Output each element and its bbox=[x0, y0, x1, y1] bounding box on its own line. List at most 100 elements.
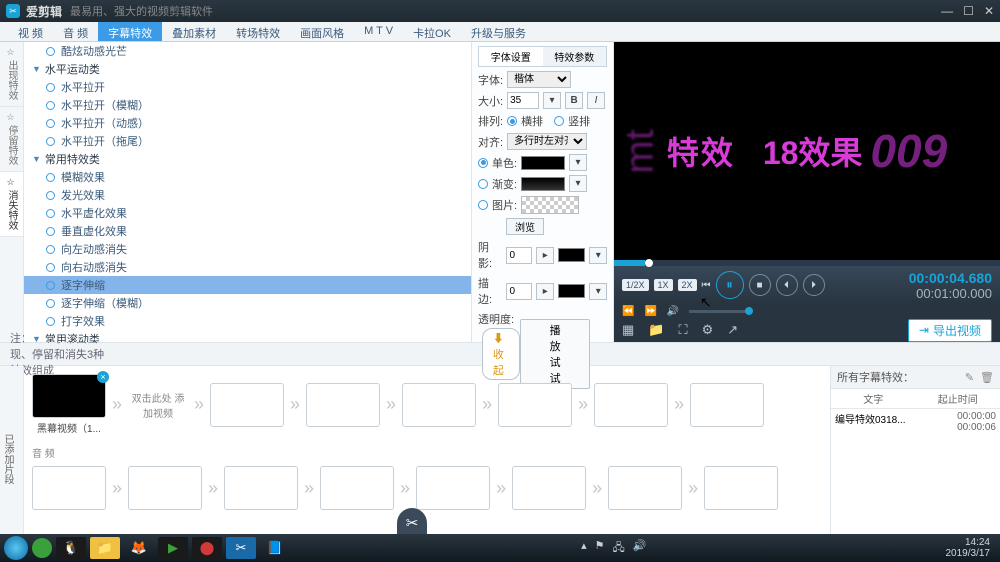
stroke-dropdown-icon[interactable]: ▾ bbox=[589, 283, 607, 300]
taskbar-record-icon[interactable]: ⬤ bbox=[192, 537, 222, 559]
bold-button[interactable]: B bbox=[565, 92, 583, 109]
list-item[interactable]: 垂直虚化效果 bbox=[24, 222, 471, 240]
tab-audio[interactable]: 音 频 bbox=[53, 22, 98, 41]
browse-button[interactable]: 浏览 bbox=[506, 218, 544, 235]
volume-icon[interactable]: 🔊 bbox=[667, 306, 679, 317]
empty-clip[interactable] bbox=[690, 383, 764, 427]
taskbar-firefox-icon[interactable]: 🦊 bbox=[124, 537, 154, 559]
taskbar-app-icon[interactable]: 🐧 bbox=[56, 537, 86, 559]
list-item[interactable]: 逐字伸缩（模糊） bbox=[24, 294, 471, 312]
video-area[interactable]: mt 特效 18效果 009 bbox=[614, 42, 1000, 260]
volume-slider[interactable] bbox=[689, 310, 749, 313]
font-select[interactable]: 楷体 bbox=[507, 71, 571, 88]
shadow-dropdown-icon[interactable]: ▾ bbox=[589, 247, 607, 264]
shadow-input[interactable] bbox=[506, 247, 532, 264]
effect-list[interactable]: 酷炫动感光芒 ▼水平运动类 水平拉开 水平拉开（模糊） 水平拉开（动感） 水平拉… bbox=[24, 42, 472, 342]
delete-icon[interactable]: 🗑 bbox=[980, 371, 994, 384]
stroke-input[interactable] bbox=[506, 283, 532, 300]
list-item[interactable]: 发光效果 bbox=[24, 186, 471, 204]
rewind-icon[interactable]: ⏮ bbox=[702, 280, 711, 291]
edit-icon[interactable]: ✎ bbox=[965, 371, 974, 384]
taskbar-app-icon[interactable]: ✂ bbox=[226, 537, 256, 559]
settings-icon[interactable]: ⚙ bbox=[702, 322, 714, 338]
tab-style[interactable]: 画面风格 bbox=[290, 22, 354, 41]
radio-solid-color[interactable] bbox=[478, 158, 488, 168]
side-tab-stay[interactable]: ☆停留特效 bbox=[0, 107, 23, 172]
tab-karaoke[interactable]: 卡拉OK bbox=[403, 22, 461, 41]
list-item[interactable]: 酷炫动感光芒 bbox=[24, 42, 471, 60]
folder-icon[interactable]: 📁 bbox=[648, 322, 664, 338]
speed-half[interactable]: 1/2X bbox=[622, 279, 649, 291]
italic-button[interactable]: I bbox=[587, 92, 605, 109]
next-frame-button[interactable]: ⏵ bbox=[803, 274, 825, 296]
empty-clip[interactable] bbox=[512, 466, 586, 510]
list-item[interactable]: 水平拉开 bbox=[24, 78, 471, 96]
remove-clip-icon[interactable]: × bbox=[97, 371, 109, 383]
prev-skip-icon[interactable]: ⏪ bbox=[622, 306, 634, 317]
side-tab-appear[interactable]: ☆出现特效 bbox=[0, 42, 23, 107]
subtitle-row[interactable]: 编导特效0318... 00:00:0000:00:06 bbox=[831, 409, 1000, 435]
category-scroll[interactable]: ▼常用滚动类 bbox=[24, 330, 471, 342]
empty-clip[interactable] bbox=[498, 383, 572, 427]
radio-gradient[interactable] bbox=[478, 179, 488, 189]
tab-mtv[interactable]: M T V bbox=[354, 22, 403, 41]
taskbar-app-icon[interactable]: 📘 bbox=[260, 537, 290, 559]
share-icon[interactable]: ↗ bbox=[727, 322, 738, 338]
empty-clip[interactable] bbox=[224, 466, 298, 510]
tab-overlay[interactable]: 叠加素材 bbox=[162, 22, 226, 41]
taskbar[interactable]: 🐧 📁 🦊 ▶ ⬤ ✂ 📘 ▴ ⚑ 🖧 🔊 14:242019/3/17 bbox=[0, 534, 1000, 562]
align-select[interactable]: 多行时左对齐 bbox=[507, 133, 587, 150]
empty-clip[interactable] bbox=[402, 383, 476, 427]
color-dropdown-icon[interactable]: ▾ bbox=[569, 154, 587, 171]
list-item[interactable]: 模糊效果 bbox=[24, 168, 471, 186]
stepper-icon[interactable]: ▸ bbox=[536, 283, 554, 300]
timeline-main[interactable]: × 黑幕视频（1... » 双击此处 添加视频 » » » » » » 音 频 … bbox=[24, 366, 830, 546]
play-pause-button[interactable]: ⏸ bbox=[716, 271, 744, 299]
prev-frame-button[interactable]: ⏴ bbox=[776, 274, 798, 296]
list-item[interactable]: 水平拉开（模糊） bbox=[24, 96, 471, 114]
list-item[interactable]: 水平拉开（拖尾） bbox=[24, 132, 471, 150]
taskbar-clock[interactable]: 14:242019/3/17 bbox=[946, 537, 997, 559]
tray-network-icon[interactable]: 🖧 bbox=[612, 539, 624, 558]
add-video-hint[interactable]: 双击此处 添加视频 bbox=[128, 390, 188, 420]
list-item[interactable]: 向左动感消失 bbox=[24, 240, 471, 258]
gradient-swatch[interactable] bbox=[521, 177, 565, 191]
list-item[interactable]: 向右动感消失 bbox=[24, 258, 471, 276]
size-dropdown-icon[interactable]: ▾ bbox=[543, 92, 561, 109]
tab-subtitle-fx[interactable]: 字幕特效 bbox=[98, 22, 162, 41]
empty-clip[interactable] bbox=[320, 466, 394, 510]
empty-clip[interactable] bbox=[704, 466, 778, 510]
empty-clip[interactable] bbox=[128, 466, 202, 510]
tab-font-settings[interactable]: 字体设置 bbox=[479, 47, 543, 66]
radio-vertical[interactable] bbox=[554, 116, 564, 126]
radio-horizontal[interactable] bbox=[507, 116, 517, 126]
list-item[interactable]: 打字效果 bbox=[24, 312, 471, 330]
seek-handle[interactable] bbox=[645, 259, 653, 267]
tray-flag-icon[interactable]: ⚑ bbox=[595, 539, 605, 558]
speed-1x[interactable]: 1X bbox=[654, 279, 673, 291]
video-clip[interactable]: × bbox=[32, 374, 106, 418]
list-item[interactable]: 水平虚化效果 bbox=[24, 204, 471, 222]
tab-transition[interactable]: 转场特效 bbox=[226, 22, 290, 41]
color-swatch[interactable] bbox=[521, 156, 565, 170]
empty-clip[interactable] bbox=[306, 383, 380, 427]
tab-video[interactable]: 视 频 bbox=[8, 22, 53, 41]
export-button[interactable]: ⇥导出视频 bbox=[908, 319, 992, 342]
maximize-icon[interactable]: ☐ bbox=[963, 4, 974, 18]
close-icon[interactable]: ✕ bbox=[984, 4, 994, 18]
list-item[interactable]: 水平拉开（动感） bbox=[24, 114, 471, 132]
gradient-dropdown-icon[interactable]: ▾ bbox=[569, 175, 587, 192]
fullscreen-icon[interactable]: ⛶ bbox=[678, 322, 687, 338]
size-input[interactable] bbox=[507, 92, 539, 109]
taskbar-app-icon[interactable] bbox=[32, 538, 52, 558]
tray-volume-icon[interactable]: 🔊 bbox=[633, 539, 647, 558]
tab-upgrade[interactable]: 升级与服务 bbox=[461, 22, 536, 41]
empty-clip[interactable] bbox=[594, 383, 668, 427]
category-horizontal[interactable]: ▼水平运动类 bbox=[24, 60, 471, 78]
shadow-swatch[interactable] bbox=[558, 248, 585, 262]
radio-image[interactable] bbox=[478, 200, 488, 210]
stroke-swatch[interactable] bbox=[558, 284, 585, 298]
empty-clip[interactable] bbox=[210, 383, 284, 427]
snapshot-icon[interactable]: ▦ bbox=[622, 322, 634, 338]
tray-arrow-icon[interactable]: ▴ bbox=[581, 539, 587, 558]
